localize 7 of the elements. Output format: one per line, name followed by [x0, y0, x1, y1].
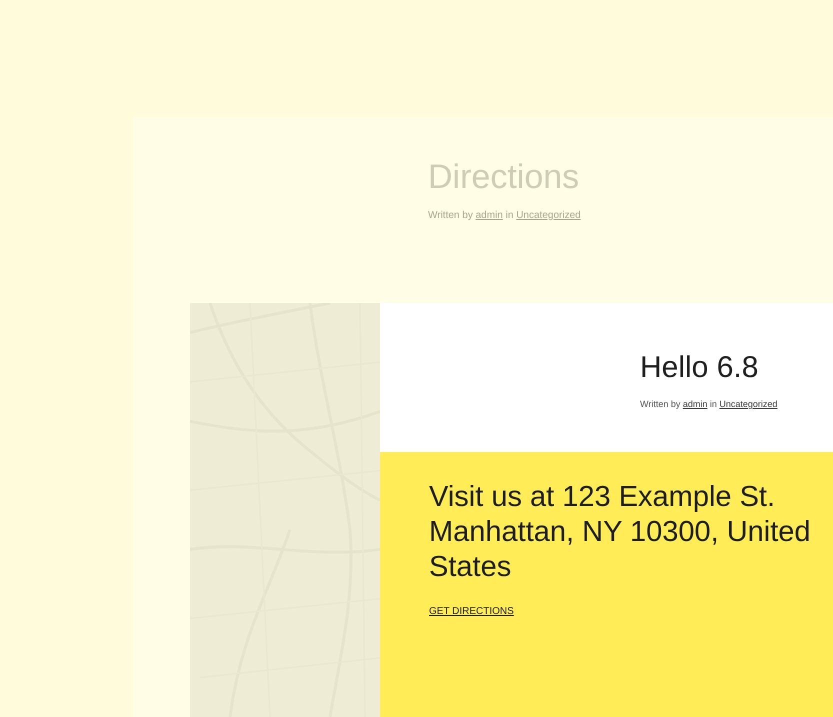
post-title: Hello 6.8 — [640, 350, 758, 386]
author-link[interactable]: admin — [682, 399, 708, 409]
category-link[interactable]: Uncategorized — [719, 399, 778, 409]
post-meta: Written by admin in Uncategorized — [428, 208, 581, 223]
address-text: Visit us at 123 Example St. Manhattan, NY 10300, United States — [429, 480, 812, 585]
get-directions-link[interactable]: GET DIRECTIONS — [429, 605, 514, 619]
post-meta: Written by admin in Uncategorized — [640, 398, 778, 411]
